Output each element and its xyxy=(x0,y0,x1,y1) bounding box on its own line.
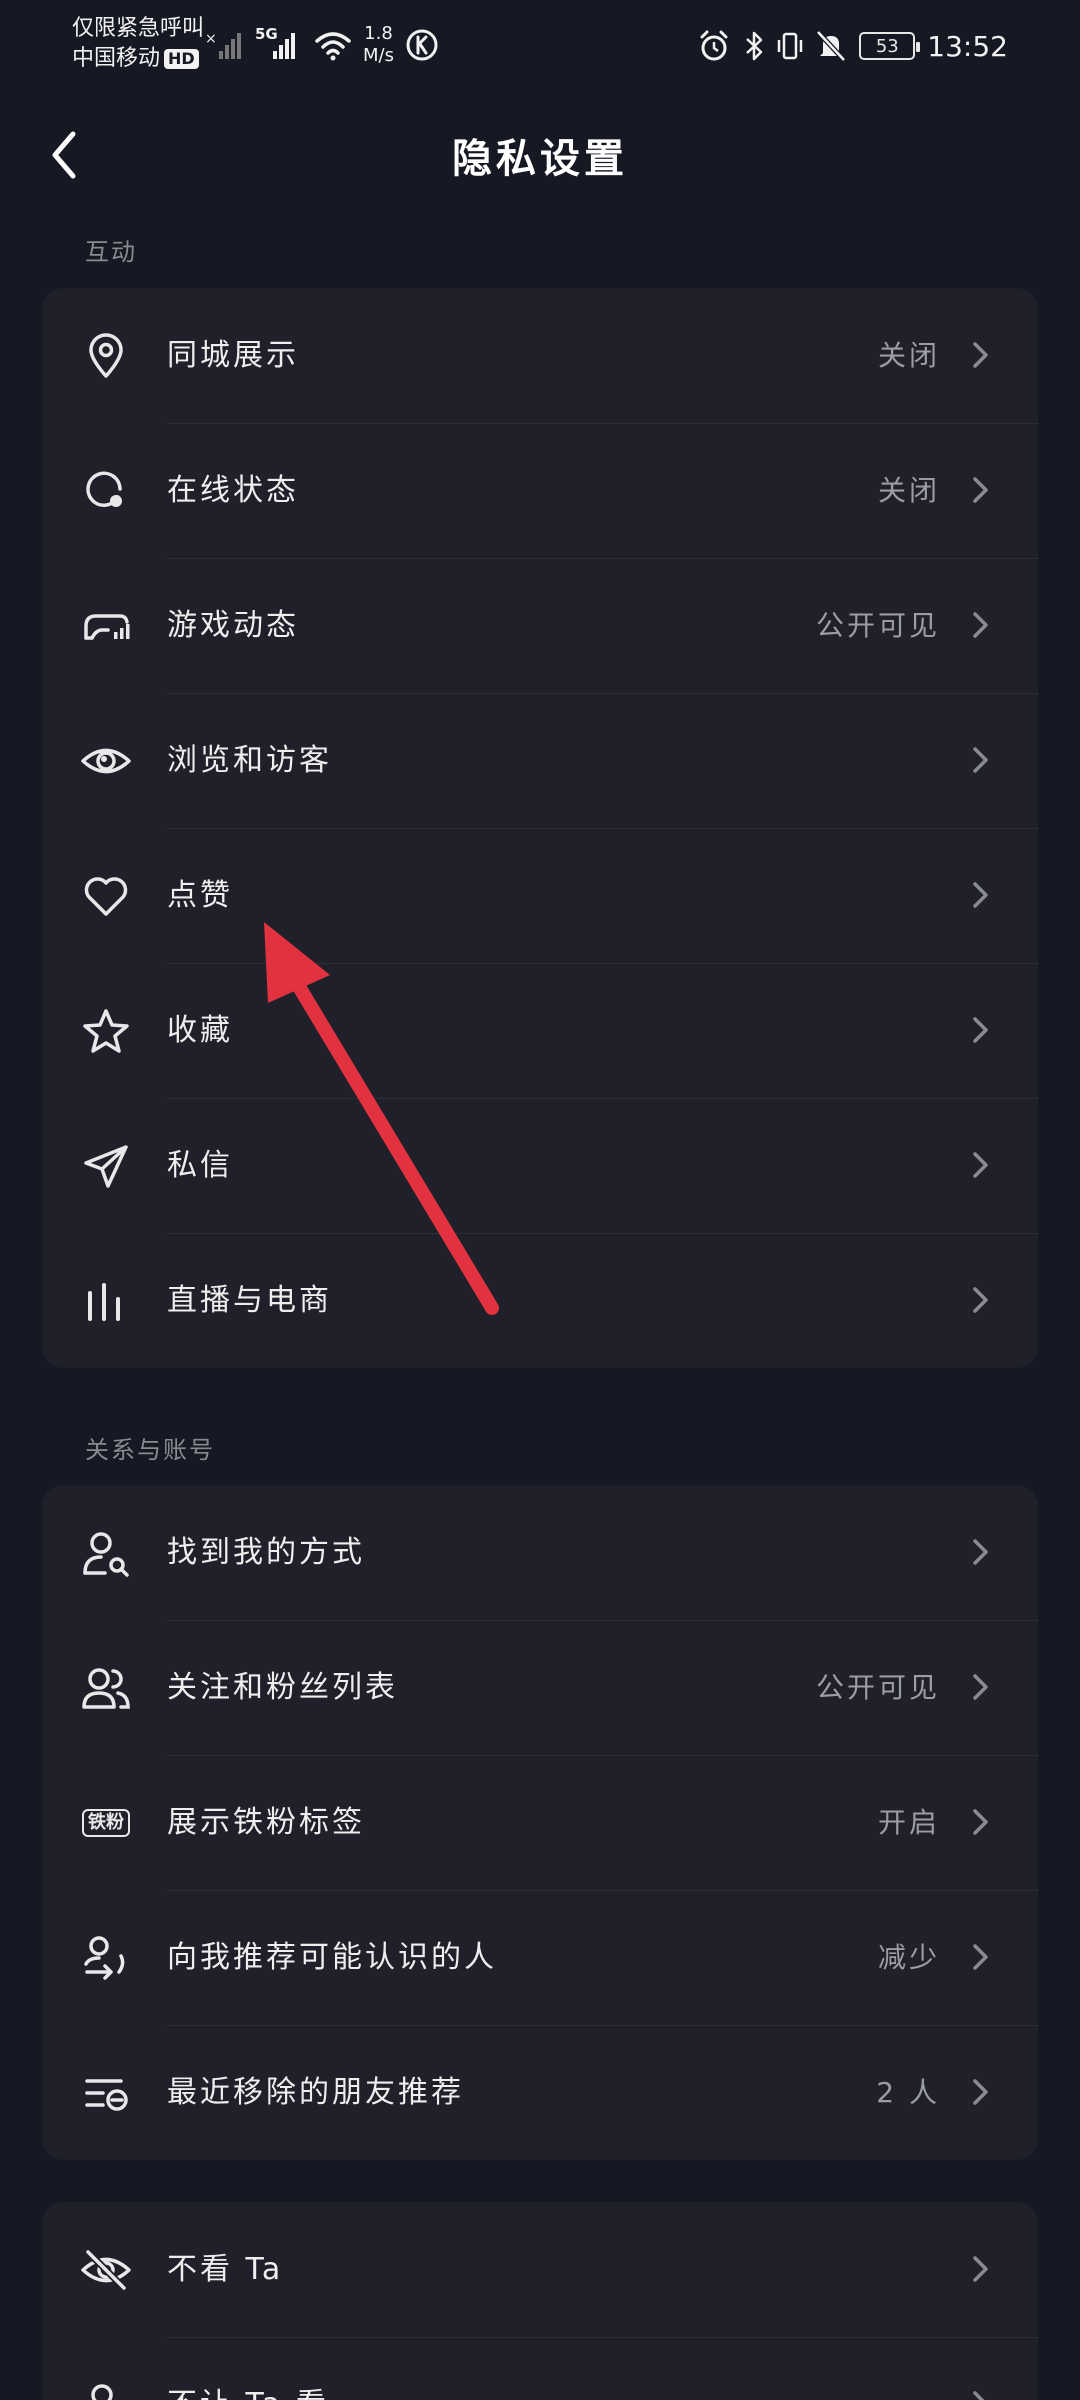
setting-label: 直播与电商 xyxy=(167,1283,332,1318)
wifi-icon xyxy=(315,32,351,61)
status-right: 53 13:52 xyxy=(697,22,1008,70)
battery-indicator: 53 xyxy=(859,32,921,60)
chevron-right-icon xyxy=(973,2256,988,2282)
k-app-icon xyxy=(406,29,438,61)
battery-level: 53 xyxy=(875,35,899,57)
setting-value: 公开可见 xyxy=(815,1671,940,1704)
setting-row-game-activity[interactable]: 游戏动态 公开可见 xyxy=(42,558,1038,693)
setting-label: 同城展示 xyxy=(167,338,299,373)
setting-row-likes[interactable]: 点赞 xyxy=(42,828,1038,963)
vibrate-icon xyxy=(778,32,803,60)
setting-value: 关闭 xyxy=(877,474,940,507)
chevron-right-icon xyxy=(973,1152,988,1178)
mute-bell-icon xyxy=(816,30,847,62)
speed-unit: M/s xyxy=(363,45,394,66)
setting-value: 公开可见 xyxy=(815,609,940,642)
setting-label: 向我推荐可能认识的人 xyxy=(167,1940,497,1975)
section-label-relations: 关系与账号 xyxy=(85,1436,215,1464)
section-label-interaction: 互动 xyxy=(85,238,137,266)
tiefen-badge-text: 铁粉 xyxy=(82,1809,130,1837)
paper-plane-icon xyxy=(80,1140,132,1192)
setting-row-follow-lists[interactable]: 关注和粉丝列表 公开可见 xyxy=(42,1620,1038,1755)
network-speed: 1.8 M/s xyxy=(363,23,394,67)
removed-list-icon xyxy=(80,2067,132,2119)
eye-off-icon xyxy=(80,2244,132,2296)
chevron-right-icon xyxy=(973,1539,988,1565)
setting-row-favorites[interactable]: 收藏 xyxy=(42,963,1038,1098)
setting-label: 点赞 xyxy=(167,878,233,913)
setting-row-nearby-display[interactable]: 同城展示 关闭 xyxy=(42,288,1038,423)
bluetooth-icon xyxy=(746,31,763,61)
setting-label: 收藏 xyxy=(167,1013,233,1048)
bar-chart-icon xyxy=(80,1275,132,1327)
hd-badge: HD xyxy=(164,49,199,69)
setting-row-views-visitors[interactable]: 浏览和访客 xyxy=(42,693,1038,828)
top-navigation-bar: 隐私设置 xyxy=(0,100,1080,210)
block-settings-card: 不看 Ta 不让 Ta 看 xyxy=(42,2202,1038,2400)
carrier-name: 中国移动 xyxy=(72,46,161,71)
chevron-right-icon xyxy=(973,882,988,908)
setting-row-hide-from[interactable]: 不让 Ta 看 xyxy=(42,2337,1038,2400)
chevron-right-icon xyxy=(973,2079,988,2105)
setting-label: 最近移除的朋友推荐 xyxy=(167,2075,464,2110)
game-controller-icon xyxy=(80,600,132,652)
setting-row-removed-recommendations[interactable]: 最近移除的朋友推荐 2 人 xyxy=(42,2025,1038,2160)
setting-row-tiefen-badge[interactable]: 铁粉 展示铁粉标签 开启 xyxy=(42,1755,1038,1890)
setting-row-find-me[interactable]: 找到我的方式 xyxy=(42,1485,1038,1620)
setting-value: 开启 xyxy=(877,1806,940,1839)
user-block-icon xyxy=(80,2379,132,2400)
chevron-right-icon xyxy=(973,747,988,773)
page-title: 隐私设置 xyxy=(452,136,628,182)
setting-label: 浏览和访客 xyxy=(167,743,332,778)
setting-label: 找到我的方式 xyxy=(167,1535,365,1570)
setting-label: 私信 xyxy=(167,1148,233,1183)
chevron-right-icon xyxy=(973,342,988,368)
setting-label: 不看 Ta xyxy=(167,2252,284,2287)
setting-value: 关闭 xyxy=(877,339,940,372)
no-signal-icon: × xyxy=(205,31,241,59)
setting-value: 减少 xyxy=(877,1941,940,1974)
setting-row-online-status[interactable]: 在线状态 关闭 xyxy=(42,423,1038,558)
setting-value: 2 人 xyxy=(876,2076,940,2109)
setting-row-live-commerce[interactable]: 直播与电商 xyxy=(42,1233,1038,1368)
setting-row-dont-watch[interactable]: 不看 Ta xyxy=(42,2202,1038,2337)
star-icon xyxy=(80,1005,132,1057)
recommend-user-icon xyxy=(80,1932,132,1984)
interaction-settings-card: 同城展示 关闭 在线状态 关闭 游戏动态 公开可见 浏览和访客 点赞 收藏 私信… xyxy=(42,288,1038,1368)
chevron-right-icon xyxy=(973,1017,988,1043)
alarm-icon xyxy=(700,30,728,61)
setting-label: 关注和粉丝列表 xyxy=(167,1670,398,1705)
chevron-right-icon xyxy=(973,1287,988,1313)
status-bar: 仅限紧急呼叫 中国移动 HD × 5G 1.8 M/s 53 13:52 xyxy=(0,0,1080,92)
setting-row-recommend-people[interactable]: 向我推荐可能认识的人 减少 xyxy=(42,1890,1038,2025)
online-status-icon xyxy=(80,465,132,517)
heart-icon xyxy=(80,870,132,922)
chevron-right-icon xyxy=(973,2391,985,2400)
chevron-right-icon xyxy=(973,1944,988,1970)
setting-label: 不让 Ta 看 xyxy=(167,2337,329,2400)
chevron-right-icon xyxy=(973,1809,988,1835)
eye-icon xyxy=(80,735,132,787)
signal-5g-icon: 5G xyxy=(255,25,303,63)
setting-label: 游戏动态 xyxy=(167,608,299,643)
chevron-right-icon xyxy=(973,1674,988,1700)
user-search-icon xyxy=(80,1527,132,1579)
users-icon xyxy=(80,1662,132,1714)
setting-row-direct-messages[interactable]: 私信 xyxy=(42,1098,1038,1233)
speed-value: 1.8 xyxy=(364,23,393,44)
setting-label: 展示铁粉标签 xyxy=(167,1805,365,1840)
status-network-icons: × 5G 1.8 M/s xyxy=(205,20,440,70)
chevron-right-icon xyxy=(973,612,988,638)
location-pin-icon xyxy=(80,330,132,382)
svg-text:×: × xyxy=(205,31,217,47)
relations-settings-card: 找到我的方式 关注和粉丝列表 公开可见 铁粉 展示铁粉标签 开启 向我推荐可能认… xyxy=(42,1485,1038,2160)
tiefen-badge-icon: 铁粉 xyxy=(80,1797,132,1849)
privacy-settings-screen: 仅限紧急呼叫 中国移动 HD × 5G 1.8 M/s 53 13:52 隐私设… xyxy=(0,0,1080,2400)
chevron-right-icon xyxy=(973,477,988,503)
setting-label: 在线状态 xyxy=(167,473,299,508)
clock-time: 13:52 xyxy=(927,29,1008,63)
